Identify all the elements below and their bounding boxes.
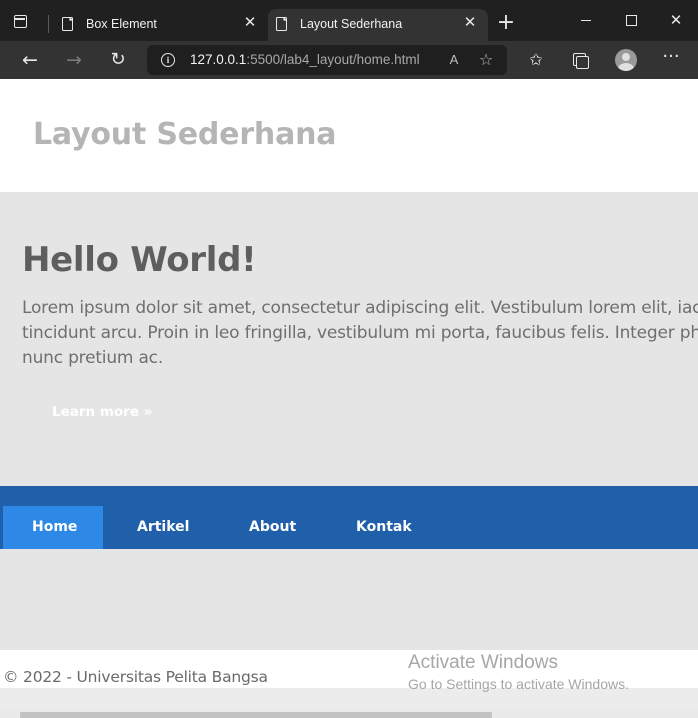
nav-item-artikel[interactable]: Artikel: [137, 506, 189, 549]
url-path: :5500/lab4_layout/home.html: [246, 52, 420, 67]
page-viewport: Layout Sederhana Hello World! Lorem ipsu…: [0, 79, 698, 718]
window-close-button[interactable]: ✕: [666, 10, 686, 30]
document-icon: [276, 17, 287, 31]
tab-title: Box Element: [86, 17, 157, 31]
hero-text-line: tincidunt arcu. Proin in leo fringilla, …: [22, 323, 698, 343]
tab-title: Layout Sederhana: [300, 17, 403, 31]
document-icon: [62, 17, 73, 31]
read-aloud-icon[interactable]: A: [445, 51, 463, 69]
tab-actions-icon: [14, 15, 27, 28]
content-area: [0, 549, 698, 650]
site-title: Layout Sederhana: [33, 117, 337, 152]
address-bar[interactable]: i 127.0.0.1:5500/lab4_layout/home.html A…: [147, 45, 507, 75]
back-button[interactable]: ←: [20, 50, 40, 70]
favorites-icon[interactable]: ✩: [526, 50, 546, 70]
hero-text-line: Lorem ipsum dolor sit amet, consectetur …: [22, 298, 698, 318]
site-info-icon[interactable]: i: [161, 53, 175, 67]
site-header: Layout Sederhana: [0, 79, 698, 192]
reload-button[interactable]: ↻: [108, 50, 128, 70]
profile-avatar[interactable]: [615, 49, 637, 71]
hero-section: Hello World! Lorem ipsum dolor sit amet,…: [0, 192, 698, 486]
more-menu-icon[interactable]: ···: [661, 48, 681, 70]
new-tab-button[interactable]: +: [496, 12, 516, 34]
activate-windows-watermark: Activate Windows Go to Settings to activ…: [408, 652, 629, 692]
browser-toolbar: ← → ↻ i 127.0.0.1:5500/lab4_layout/home.…: [0, 41, 698, 79]
forward-button[interactable]: →: [64, 50, 84, 70]
main-nav: Home Artikel About Kontak: [0, 486, 698, 549]
watermark-title: Activate Windows: [408, 652, 558, 673]
tab-layout-sederhana[interactable]: Layout Sederhana ✕: [268, 9, 488, 41]
footer-text: © 2022 - Universitas Pelita Bangsa: [3, 668, 268, 686]
watermark-subtitle: Go to Settings to activate Windows.: [408, 676, 629, 692]
horizontal-scrollbar[interactable]: [0, 711, 698, 718]
nav-item-about[interactable]: About: [249, 506, 296, 549]
close-tab-icon[interactable]: ✕: [242, 15, 258, 31]
url-text[interactable]: 127.0.0.1:5500/lab4_layout/home.html: [190, 52, 420, 67]
hero-text-line: nunc pretium ac.: [22, 348, 164, 368]
nav-item-home[interactable]: Home: [3, 506, 103, 549]
hero-heading: Hello World!: [22, 240, 257, 280]
add-favorite-icon[interactable]: ☆: [477, 51, 495, 69]
tab-actions-button[interactable]: [12, 13, 32, 33]
close-tab-icon[interactable]: ✕: [462, 15, 478, 31]
tab-separator: [48, 15, 49, 33]
scrollbar-thumb[interactable]: [20, 712, 492, 718]
tab-strip: Box Element ✕ Layout Sederhana ✕ + ✕: [0, 0, 698, 41]
minimize-button[interactable]: [576, 10, 596, 30]
collections-icon[interactable]: [570, 50, 590, 70]
nav-item-kontak[interactable]: Kontak: [356, 506, 412, 549]
url-host: 127.0.0.1: [190, 52, 247, 67]
maximize-button[interactable]: [621, 10, 641, 30]
tab-box-element[interactable]: Box Element ✕: [54, 9, 268, 41]
learn-more-link[interactable]: Learn more »: [52, 404, 152, 420]
